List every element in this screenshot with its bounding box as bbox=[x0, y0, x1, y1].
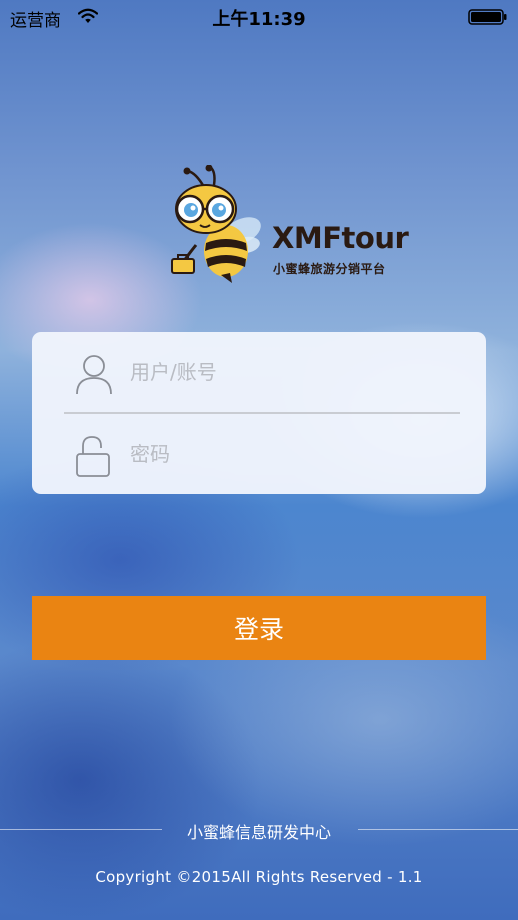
footer-organization: 小蜜蜂信息研发中心 bbox=[186, 823, 331, 842]
status-time: 上午11:39 bbox=[212, 9, 306, 30]
login-button[interactable]: 登录 bbox=[32, 596, 486, 660]
user-icon bbox=[76, 355, 112, 395]
password-row bbox=[64, 414, 460, 494]
brand-name: XMFtour bbox=[272, 221, 409, 255]
app-logo: XMFtour 小蜜蜂旅游分销平台 bbox=[166, 165, 409, 283]
battery-icon bbox=[468, 9, 507, 25]
bee-mascot-icon bbox=[171, 165, 261, 283]
footer-copyright: Copyright ©2015All Rights Reserved - 1.1 bbox=[95, 868, 423, 886]
status-bar: 运营商 上午11:39 bbox=[0, 0, 518, 34]
login-screen: 运营商 上午11:39 XMFtour 小蜜蜂旅游分销平台 用户/账号 登录 小… bbox=[0, 0, 518, 920]
login-card bbox=[32, 332, 486, 494]
username-row bbox=[64, 332, 460, 412]
brand-subtitle: 小蜜蜂旅游分销平台 bbox=[273, 262, 386, 276]
password-input[interactable] bbox=[126, 434, 454, 474]
lock-icon bbox=[76, 436, 110, 477]
username-input[interactable] bbox=[126, 352, 454, 392]
